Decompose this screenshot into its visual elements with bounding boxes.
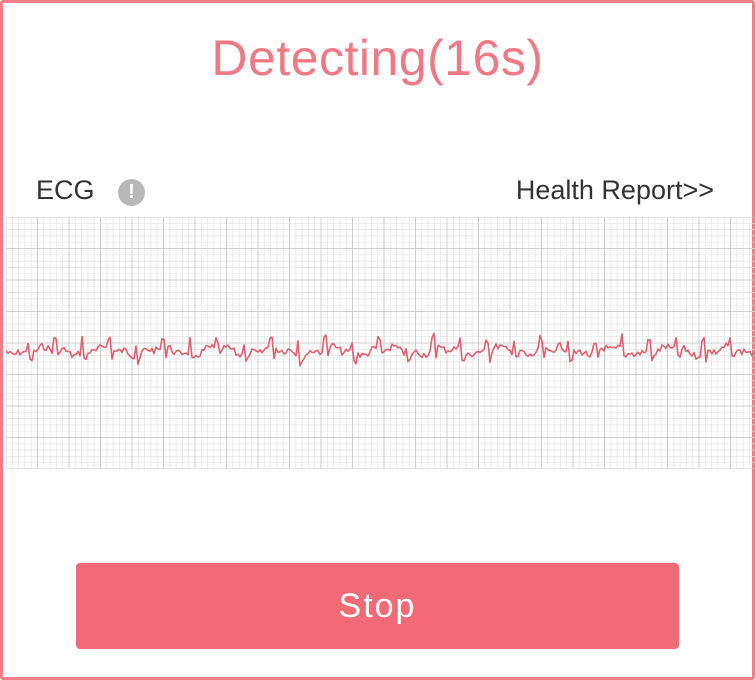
stop-button[interactable]: Stop [76,563,679,649]
info-icon[interactable]: ! [118,179,145,206]
detection-panel: Detecting(16s) ECG ! Health Report>> Sto… [0,0,755,680]
health-report-link[interactable]: Health Report>> [516,175,714,206]
ecg-chart [5,216,755,470]
page-title: Detecting(16s) [211,30,544,86]
ecg-grid [5,216,755,470]
ecg-label: ECG [36,175,95,205]
